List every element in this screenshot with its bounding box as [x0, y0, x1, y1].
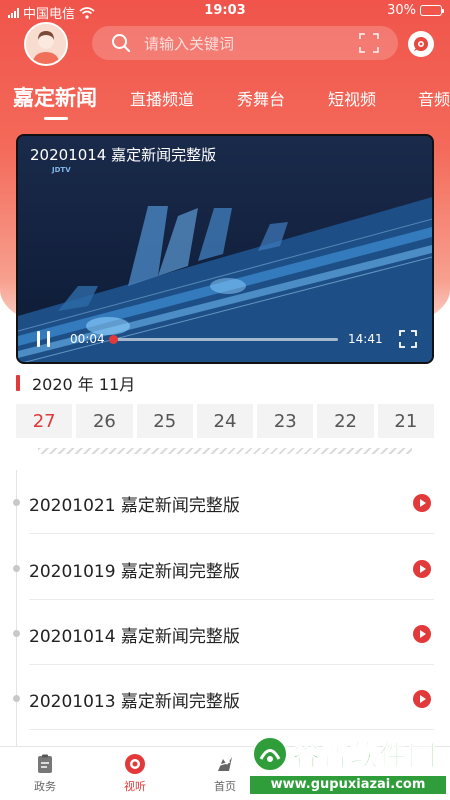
news-item[interactable]: 20201013 嘉定新闻完整版 — [0, 666, 450, 730]
day-25[interactable]: 25 — [136, 404, 193, 438]
scan-icon[interactable] — [358, 32, 380, 54]
tab-jiading-news[interactable]: 嘉定新闻 — [13, 82, 97, 112]
news-title: 20201019 嘉定新闻完整版 — [29, 562, 240, 582]
nav-label: 首页 — [214, 780, 236, 793]
watermark-main: 谷普软件园 — [250, 732, 437, 776]
battery-percent: 30% — [387, 3, 416, 18]
tab-show-stage[interactable]: 秀舞台 — [237, 86, 285, 110]
timeline-dot — [13, 630, 20, 637]
play-icon[interactable] — [412, 559, 432, 579]
news-title: 20201014 嘉定新闻完整版 — [29, 627, 240, 647]
status-time: 19:03 — [204, 3, 246, 18]
day-selector: 27 26 25 24 23 22 21 — [16, 404, 434, 438]
battery-icon — [420, 5, 444, 16]
timeline-dot — [13, 695, 20, 702]
search-bar[interactable]: 请输入关键词 — [92, 26, 398, 60]
month-header: 2020 年 11月 — [16, 372, 135, 394]
channel-logo: JDTV — [52, 166, 71, 174]
home-icon — [218, 757, 232, 771]
watermark-logo-icon — [252, 736, 288, 772]
record-icon — [125, 754, 145, 774]
month-label: 2020 年 11月 — [32, 375, 136, 394]
divider — [29, 599, 434, 600]
nav-label: 视听 — [124, 780, 146, 793]
news-title: 20201021 嘉定新闻完整版 — [29, 496, 240, 516]
divider-hatch — [38, 448, 412, 454]
day-24[interactable]: 24 — [196, 404, 254, 438]
timeline-dot — [13, 565, 20, 572]
status-right: 30% — [387, 3, 444, 18]
watermark: 谷普软件园 www.gupuxiazai.com — [250, 732, 446, 796]
day-26[interactable]: 26 — [76, 404, 133, 438]
day-27[interactable]: 27 — [16, 404, 73, 438]
watermark-url: www.gupuxiazai.com — [250, 776, 446, 794]
play-icon[interactable] — [412, 624, 432, 644]
fullscreen-icon[interactable] — [398, 329, 418, 349]
duration: 14:41 — [348, 332, 383, 346]
current-time: 00:04 — [70, 332, 105, 346]
progress-bar[interactable] — [109, 335, 338, 344]
day-23[interactable]: 23 — [257, 404, 314, 438]
news-item[interactable]: 20201021 嘉定新闻完整版 — [0, 470, 450, 534]
chat-bubble-icon — [414, 37, 428, 51]
tab-audio[interactable]: 音频 — [418, 86, 450, 110]
news-item[interactable]: 20201014 嘉定新闻完整版 — [0, 601, 450, 665]
pause-icon[interactable] — [34, 328, 54, 350]
tab-live-channel[interactable]: 直播频道 — [130, 86, 194, 110]
message-button[interactable] — [408, 31, 434, 57]
news-item[interactable]: 20201019 嘉定新闻完整版 — [0, 536, 450, 600]
day-21[interactable]: 21 — [377, 404, 434, 438]
channel-tabs: 嘉定新闻 直播频道 秀舞台 短视频 音频 — [0, 80, 450, 124]
search-input[interactable]: 请输入关键词 — [144, 33, 358, 54]
nav-label: 政务 — [34, 780, 56, 793]
day-22[interactable]: 22 — [317, 404, 374, 438]
divider — [29, 533, 434, 534]
avatar[interactable] — [24, 22, 68, 66]
nav-government[interactable]: 政务 — [15, 753, 75, 794]
play-icon[interactable] — [412, 493, 432, 513]
tab-short-video[interactable]: 短视频 — [328, 86, 376, 110]
news-title: 20201013 嘉定新闻完整版 — [29, 692, 240, 712]
divider — [29, 729, 434, 730]
nav-audiovisual[interactable]: 视听 — [105, 753, 165, 794]
clipboard-icon — [38, 754, 52, 773]
progress-knob[interactable] — [109, 335, 119, 344]
video-controls: 00:04 14:41 — [18, 318, 432, 362]
active-tab-indicator — [44, 117, 68, 120]
month-accent-bar — [16, 375, 20, 391]
divider — [29, 664, 434, 665]
timeline-dot — [13, 499, 20, 506]
search-icon — [112, 34, 131, 53]
video-player[interactable]: 20201014 嘉定新闻完整版 JDTV 00:04 14:41 — [16, 134, 434, 364]
watermark-text: 谷普软件园 — [291, 739, 438, 773]
nav-home[interactable]: 首页 — [195, 753, 255, 794]
video-title: 20201014 嘉定新闻完整版 — [30, 146, 217, 164]
play-icon[interactable] — [412, 689, 432, 709]
status-bar: 中国电信 19:03 30% — [0, 0, 450, 22]
user-avatar-icon — [26, 24, 66, 64]
